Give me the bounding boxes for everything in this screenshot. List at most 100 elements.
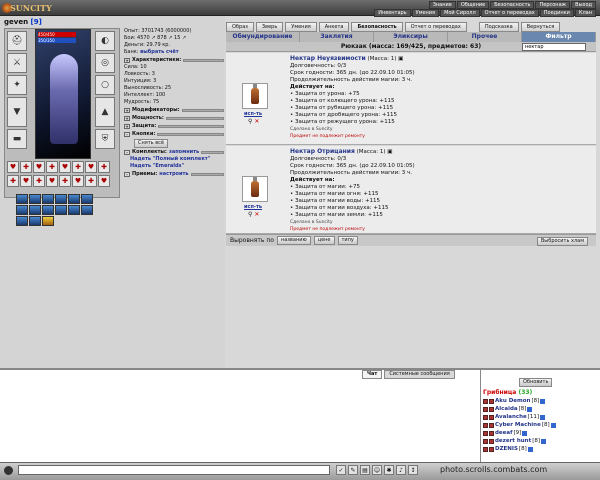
settings-icon[interactable]: ✱ (384, 465, 394, 475)
ring-slot[interactable]: ○ (95, 75, 115, 95)
character-name[interactable]: geven (4, 18, 28, 26)
expand-icon[interactable]: + (124, 108, 130, 113)
belt-item[interactable]: ✚ (33, 175, 45, 187)
cloak-slot[interactable]: ▲ (95, 97, 115, 127)
belt-item[interactable]: ♥ (7, 161, 19, 173)
player-entry[interactable]: Cyber Machine [8] (483, 421, 556, 429)
menu-security[interactable]: Безопасность (490, 1, 535, 9)
tab-system-messages[interactable]: Системные сообщения (384, 370, 455, 379)
menu-knowledge[interactable]: Знание (428, 1, 456, 9)
info-icon[interactable]: ▣ (398, 56, 403, 62)
delete-icon[interactable]: ✕ (254, 118, 259, 125)
clear-icon[interactable]: ✎ (348, 465, 358, 475)
wear-emeralds-set-link[interactable]: Надеть "Emeralds" (130, 163, 184, 169)
expand-icon[interactable]: + (124, 58, 130, 63)
tab-back[interactable]: Вернуться (520, 22, 561, 32)
belt-item[interactable]: ♥ (46, 175, 58, 187)
player-entry[interactable]: Aku Demon [8] (483, 397, 546, 405)
tab-image[interactable]: Образ (226, 22, 254, 32)
weapon-slot[interactable]: ⚔ (7, 53, 27, 73)
emoticons-icon[interactable]: ☺ (372, 465, 382, 475)
player-entry[interactable]: Avalanche [11] (483, 413, 546, 421)
collapse-icon[interactable]: - (124, 172, 130, 177)
belt-item[interactable]: ♥ (72, 175, 84, 187)
remove-all-button[interactable]: Снять всё (134, 139, 168, 148)
player-info-icon[interactable] (550, 422, 556, 428)
menu-clan[interactable]: Клан (574, 9, 596, 17)
sort-by-type-button[interactable]: типу (337, 236, 358, 245)
menu-transfer-report[interactable]: Отчет о переводах (480, 9, 539, 17)
player-entry[interactable]: DZENIS [8] (483, 445, 533, 453)
tab-profile[interactable]: Анкета (318, 22, 350, 32)
skill-icon[interactable] (16, 205, 28, 215)
menu-inventory[interactable]: Инвентарь (374, 9, 411, 17)
send-icon[interactable]: ✓ (336, 465, 346, 475)
skill-icon[interactable] (68, 205, 80, 215)
item-name[interactable]: Нектар Неуязвимости (290, 55, 366, 62)
belt-item[interactable]: ✚ (59, 175, 71, 187)
modifiers-section[interactable]: + Модификаторы: (124, 107, 224, 114)
info-icon[interactable]: ▣ (387, 149, 392, 155)
skill-icon[interactable] (42, 216, 54, 226)
skill-icon[interactable] (29, 205, 41, 215)
player-info-icon[interactable] (527, 446, 533, 452)
skill-icon[interactable] (81, 194, 93, 204)
sound-icon[interactable]: ♪ (396, 465, 406, 475)
menu-character[interactable]: Персонаж (535, 1, 571, 9)
scroll-icon[interactable]: ↕ (408, 465, 418, 475)
player-info-icon[interactable] (540, 414, 546, 420)
belt-slot[interactable]: ▬ (7, 129, 27, 149)
skill-icon[interactable] (29, 194, 41, 204)
bracer-slot[interactable]: ✦ (7, 75, 27, 95)
skill-icon[interactable] (68, 194, 80, 204)
use-item-link[interactable]: исп-ть (244, 204, 262, 210)
menu-exit[interactable]: Выход (571, 1, 596, 9)
expand-icon[interactable]: + (124, 116, 130, 121)
player-entry[interactable]: dezert hunt [8] (483, 437, 547, 445)
filter-icon[interactable]: ▤ (360, 465, 370, 475)
collapse-icon[interactable]: - (124, 132, 130, 137)
subtab-other[interactable]: Прочее (448, 32, 522, 42)
necklace-slot[interactable]: ◎ (95, 53, 115, 73)
skill-icon[interactable] (42, 194, 54, 204)
sort-by-name-button[interactable]: названию (276, 236, 311, 245)
refresh-button[interactable]: Обновить (519, 378, 553, 387)
skill-icon[interactable] (42, 205, 54, 215)
tab-transfer-report[interactable]: Отчет о переводах (404, 22, 467, 32)
belt-item[interactable]: ✚ (98, 161, 110, 173)
player-info-icon[interactable] (541, 438, 547, 444)
smile-icon[interactable] (4, 466, 13, 475)
item-name[interactable]: Нектар Отрицания (290, 148, 355, 155)
belt-item[interactable]: ✚ (46, 161, 58, 173)
belt-item[interactable]: ✚ (20, 161, 32, 173)
tab-pet[interactable]: Зверь (255, 22, 284, 32)
tab-hint[interactable]: Подсказка (478, 22, 519, 32)
remember-set-link[interactable]: запомнить (169, 149, 199, 156)
delete-icon[interactable]: ✕ (254, 211, 259, 218)
player-entry[interactable]: deeaf [9] (483, 429, 528, 437)
subtab-filter[interactable]: Фильтр (522, 32, 596, 42)
shield-slot[interactable]: ⛨ (95, 129, 115, 149)
sort-by-price-button[interactable]: цене (313, 236, 335, 245)
belt-item[interactable]: ♥ (59, 161, 71, 173)
menu-battles[interactable]: Поединки (539, 9, 574, 17)
earring-slot[interactable]: ◐ (95, 31, 115, 51)
use-item-link[interactable]: исп-ть (244, 111, 262, 117)
player-info-icon[interactable] (522, 430, 528, 436)
subtab-elixirs[interactable]: Эликсиры (374, 32, 448, 42)
belt-item[interactable]: ✚ (85, 175, 97, 187)
protection-section[interactable]: + Защита: (124, 123, 224, 130)
skill-icon[interactable] (55, 194, 67, 204)
collapse-icon[interactable]: - (124, 150, 130, 155)
sets-section[interactable]: - Комплекты: запомнить (124, 149, 224, 156)
belt-item[interactable]: ♥ (33, 161, 45, 173)
buttons-section[interactable]: - Кнопки: (124, 131, 224, 138)
receptions-section[interactable]: - Приемы: настроить (124, 171, 224, 178)
throw-junk-button[interactable]: Выбросить хлам (536, 237, 588, 246)
subtab-spells[interactable]: Заклятия (300, 32, 374, 42)
skill-icon[interactable] (16, 216, 28, 226)
chat-area[interactable] (0, 368, 480, 462)
chat-input[interactable] (18, 465, 330, 475)
helmet-slot[interactable]: ⛑ (7, 31, 27, 51)
power-section[interactable]: + Мощность: (124, 115, 224, 122)
